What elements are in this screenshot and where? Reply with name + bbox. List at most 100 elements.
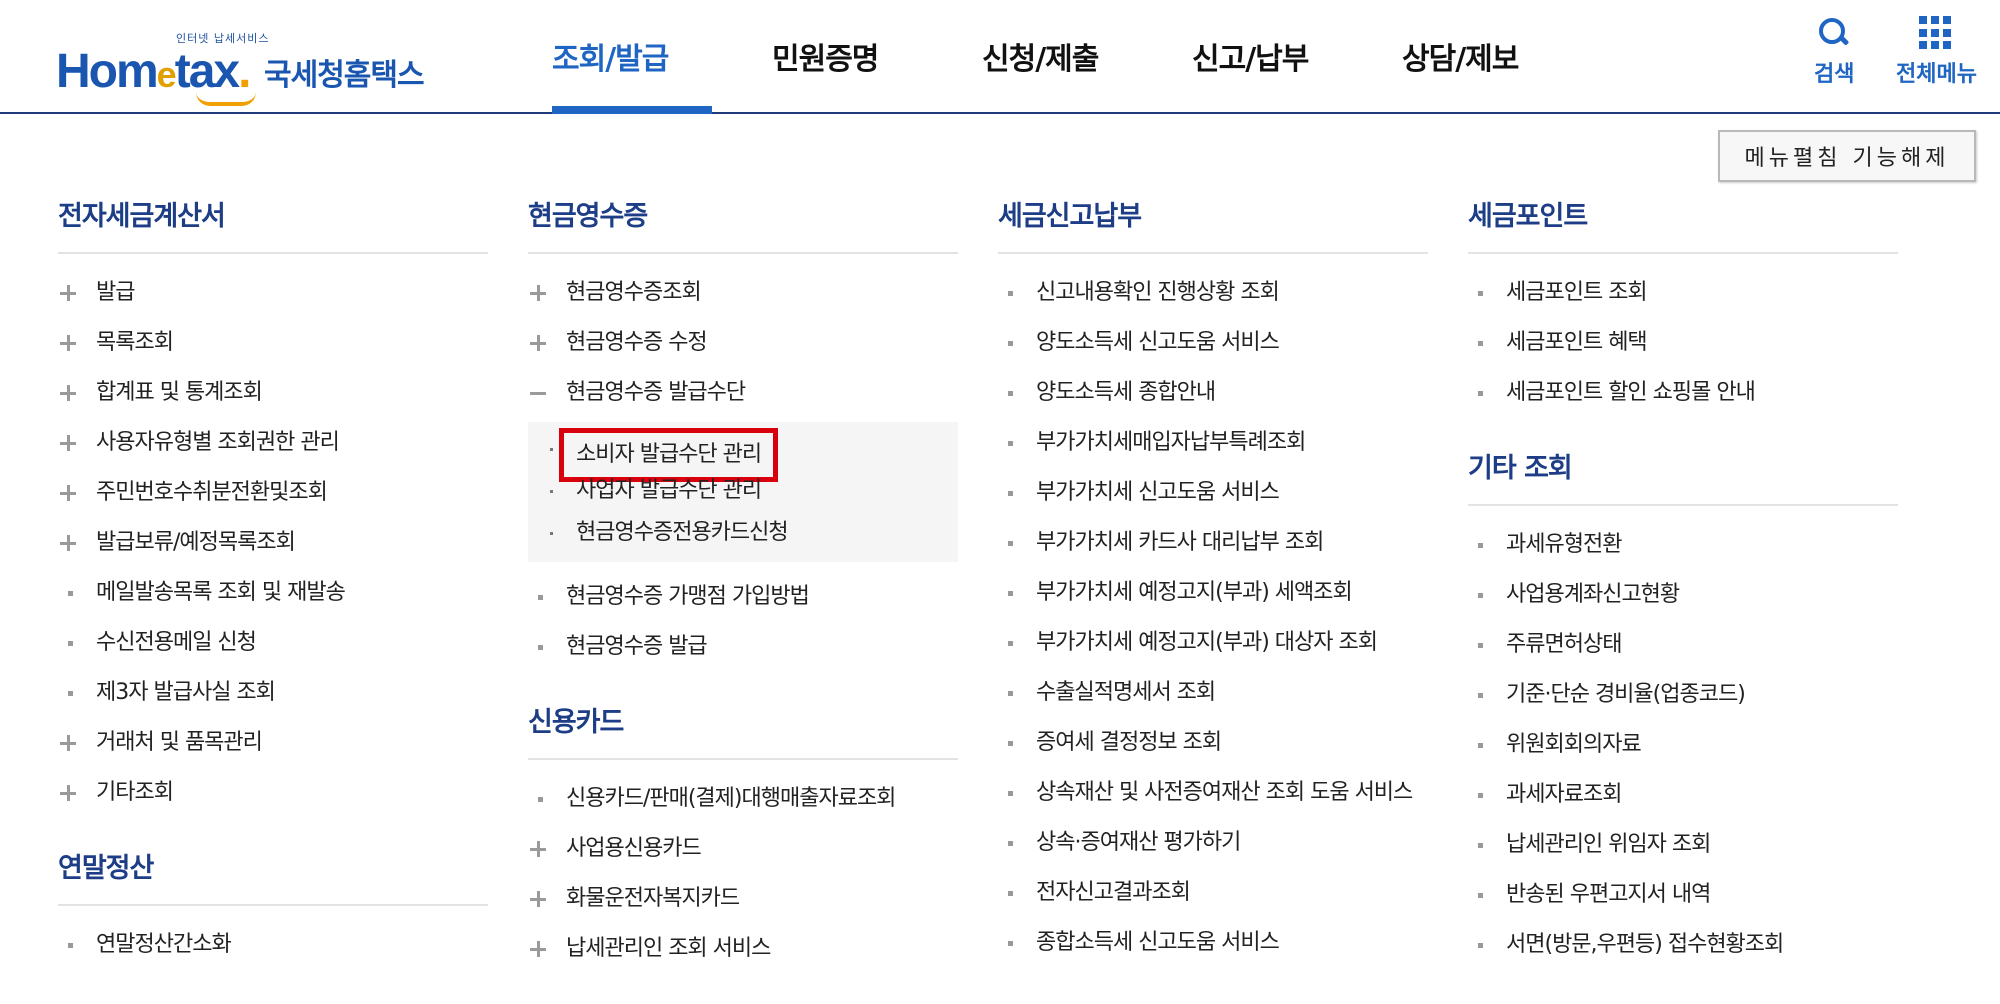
expand-plus-icon <box>60 485 76 501</box>
menu-item[interactable]: 부가가치세 예정고지(부과) 세액조회 <box>998 568 1428 618</box>
bullet-icon <box>1470 737 1486 753</box>
menu-item[interactable]: 상속·증여재산 평가하기 <box>998 818 1428 868</box>
menu-item[interactable]: 납세관리인 조회 서비스 <box>528 924 958 974</box>
menu-item[interactable]: 양도소득세 종합안내 <box>998 368 1428 418</box>
menu-list: 연말정산간소화 <box>58 920 488 970</box>
menu-item-label: 거래처 및 품목관리 <box>96 730 263 755</box>
menu-item[interactable]: 신용카드/판매(결제)대행매출자료조회 <box>528 774 958 824</box>
bullet-icon <box>1000 835 1016 851</box>
menu-item[interactable]: 신고내용확인 진행상황 조회 <box>998 268 1428 318</box>
menu-item[interactable]: 수신전용메일 신청 <box>58 618 488 668</box>
menu-item-label: 주류면허상태 <box>1506 632 1622 657</box>
grid-menu-icon <box>1919 16 1953 50</box>
all-menu-button[interactable]: 전체메뉴 <box>1896 16 1977 88</box>
submenu-item[interactable]: 현금영수증전용카드신청 <box>528 512 958 554</box>
menu-list: 과세유형전환 사업용계좌신고현황주류면허상태기준·단순 경비율(업종코드) 위원회회… <box>1468 520 1898 970</box>
menu-item[interactable]: 납세관리인 위임자 조회 <box>1468 820 1898 870</box>
bullet-icon <box>1470 887 1486 903</box>
menu-item[interactable]: 제3자 발급사실 조회 <box>58 668 488 718</box>
menu-item[interactable]: 세금포인트 혜택 <box>1468 318 1898 368</box>
menu-item[interactable]: 과세자료조회 <box>1468 770 1898 820</box>
search-button[interactable]: 검색 <box>1814 16 1854 88</box>
section-title[interactable]: 전자세금계산서 <box>58 196 488 254</box>
menu-item[interactable]: 세금포인트 조회 <box>1468 268 1898 318</box>
expand-plus-icon <box>530 335 546 351</box>
menu-item-label: 수신전용메일 신청 <box>96 630 257 655</box>
menu-item[interactable]: 세금포인트 할인 쇼핑몰 안내 <box>1468 368 1898 418</box>
nav-item-apply-submit[interactable]: 신청/제출 <box>982 0 1142 112</box>
menu-item[interactable]: 현금영수증조회 <box>528 268 958 318</box>
menu-item[interactable]: 위원회회의자료 <box>1468 720 1898 770</box>
menu-item[interactable]: 서면(방문,우편등) 접수현황조회 <box>1468 920 1898 970</box>
menu-item[interactable]: 사업용계좌신고현황 <box>1468 570 1898 620</box>
menu-item-label: 현금영수증 가맹점 가입방법 <box>566 584 810 609</box>
menu-item[interactable]: 화물운전자복지카드 <box>528 874 958 924</box>
menu-item[interactable]: 현금영수증 발급 <box>528 622 958 672</box>
menu-item-label: 연말정산간소화 <box>96 932 232 957</box>
menu-column: 현금영수증현금영수증조회 현금영수증 수정 현금영수증 발급수단소비자 발급수단 관… <box>528 196 958 1004</box>
menu-item[interactable]: 현금영수증 발급수단 <box>528 368 958 418</box>
menu-item[interactable]: 종합소득세 신고도움 서비스 <box>998 918 1428 968</box>
menu-item-label: 기준·단순 경비율(업종코드) <box>1506 682 1746 707</box>
section-title[interactable]: 연말정산 <box>58 848 488 906</box>
nav-item-report-pay[interactable]: 신고/납부 <box>1192 0 1352 112</box>
logo-korean-name: 국세청홈택스 <box>264 58 425 93</box>
menu-item[interactable]: 기타조회 <box>58 768 488 818</box>
menu-item[interactable]: 주민번호수취분전환및조회 <box>58 468 488 518</box>
menu-item[interactable]: 기준·단순 경비율(업종코드) <box>1468 670 1898 720</box>
menu-item[interactable]: 합계표 및 통계조회 <box>58 368 488 418</box>
menu-item[interactable]: 거래처 및 품목관리 <box>58 718 488 768</box>
bullet-icon <box>530 791 546 807</box>
section-title[interactable]: 현금영수증 <box>528 196 958 254</box>
menu-item[interactable]: 증여세 결정정보 조회 <box>998 718 1428 768</box>
menu-column: 전자세금계산서발급 목록조회 합계표 및 통계조회 사용자유형별 조회권한 관리 주민번… <box>58 196 488 1000</box>
expand-plus-icon <box>60 385 76 401</box>
bullet-icon <box>1000 535 1016 551</box>
menu-item[interactable]: 상속재산 및 사전증여재산 조회 도움 서비스 <box>998 768 1428 818</box>
menu-item-label: 납세관리인 조회 서비스 <box>566 936 771 961</box>
menu-section: 세금포인트세금포인트 조회 세금포인트 혜택세금포인트 할인 쇼핑몰 안내 <box>1468 196 1898 418</box>
menu-section: 현금영수증현금영수증조회 현금영수증 수정 현금영수증 발급수단소비자 발급수단 관… <box>528 196 958 672</box>
menu-item[interactable]: 과세유형전환 <box>1468 520 1898 570</box>
submenu-item[interactable]: 사업자 발급수단 관리 <box>528 470 958 512</box>
submenu-item[interactable]: 소비자 발급수단 관리 <box>528 428 958 482</box>
menu-item[interactable]: 현금영수증 수정 <box>528 318 958 368</box>
menu-item-label: 현금영수증 발급 <box>566 634 708 659</box>
menu-item[interactable]: 양도소득세 신고도움 서비스 <box>998 318 1428 368</box>
menu-item-label: 종합소득세 신고도움 서비스 <box>1036 930 1280 955</box>
menu-item[interactable]: 메일발송목록 조회 및 재발송 <box>58 568 488 618</box>
menu-item[interactable]: 발급보류/예정목록조회 <box>58 518 488 568</box>
menu-item[interactable]: 발급 <box>58 268 488 318</box>
nav-item-inquiry-issue[interactable]: 조회/발급 <box>552 0 712 114</box>
section-title[interactable]: 기타 조회 <box>1468 448 1898 506</box>
menu-item[interactable]: 수출실적명세서 조회 <box>998 668 1428 718</box>
menu-item[interactable]: 부가가치세 예정고지(부과) 대상자 조회 <box>998 618 1428 668</box>
expand-plus-icon <box>60 785 76 801</box>
site-header: 인터넷 납세서비스 Hometax. 국세청홈택스 조회/발급 민원증명 신청/… <box>0 0 2000 114</box>
section-title[interactable]: 신용카드 <box>528 702 958 760</box>
menu-item-label: 부가가치세 신고도움 서비스 <box>1036 480 1280 505</box>
menu-item[interactable]: 반송된 우편고지서 내역 <box>1468 870 1898 920</box>
menu-item-label: 양도소득세 신고도움 서비스 <box>1036 330 1280 355</box>
menu-item-label: 기타조회 <box>96 780 174 805</box>
section-title[interactable]: 세금포인트 <box>1468 196 1898 254</box>
menu-item[interactable]: 주류면허상태 <box>1468 620 1898 670</box>
menu-item[interactable]: 부가가치세 신고도움 서비스 <box>998 468 1428 518</box>
menu-item[interactable]: 사용자유형별 조회권한 관리 <box>58 418 488 468</box>
menu-item[interactable]: 전자신고결과조회 <box>998 868 1428 918</box>
nav-item-certificates[interactable]: 민원증명 <box>772 0 932 112</box>
expand-plus-icon <box>60 285 76 301</box>
nav-item-consult-report[interactable]: 상담/제보 <box>1402 0 1562 112</box>
section-title[interactable]: 세금신고납부 <box>998 196 1428 254</box>
menu-item[interactable]: 부가가치세 카드사 대리납부 조회 <box>998 518 1428 568</box>
menu-item[interactable]: 현금영수증 가맹점 가입방법 <box>528 572 958 622</box>
menu-item[interactable]: 목록조회 <box>58 318 488 368</box>
bullet-icon <box>60 585 76 601</box>
menu-fold-toggle-button[interactable]: 메뉴펼침 기능해제 <box>1718 130 1976 182</box>
menu-item-label: 세금포인트 할인 쇼핑몰 안내 <box>1506 380 1756 405</box>
menu-item[interactable]: 사업용신용카드 <box>528 824 958 874</box>
menu-item[interactable]: 부가가치세매입자납부특례조회 <box>998 418 1428 468</box>
menu-item[interactable]: 연말정산간소화 <box>58 920 488 970</box>
hometax-logo[interactable]: 인터넷 납세서비스 Hometax. 국세청홈택스 <box>56 16 436 106</box>
bullet-icon <box>1470 787 1486 803</box>
